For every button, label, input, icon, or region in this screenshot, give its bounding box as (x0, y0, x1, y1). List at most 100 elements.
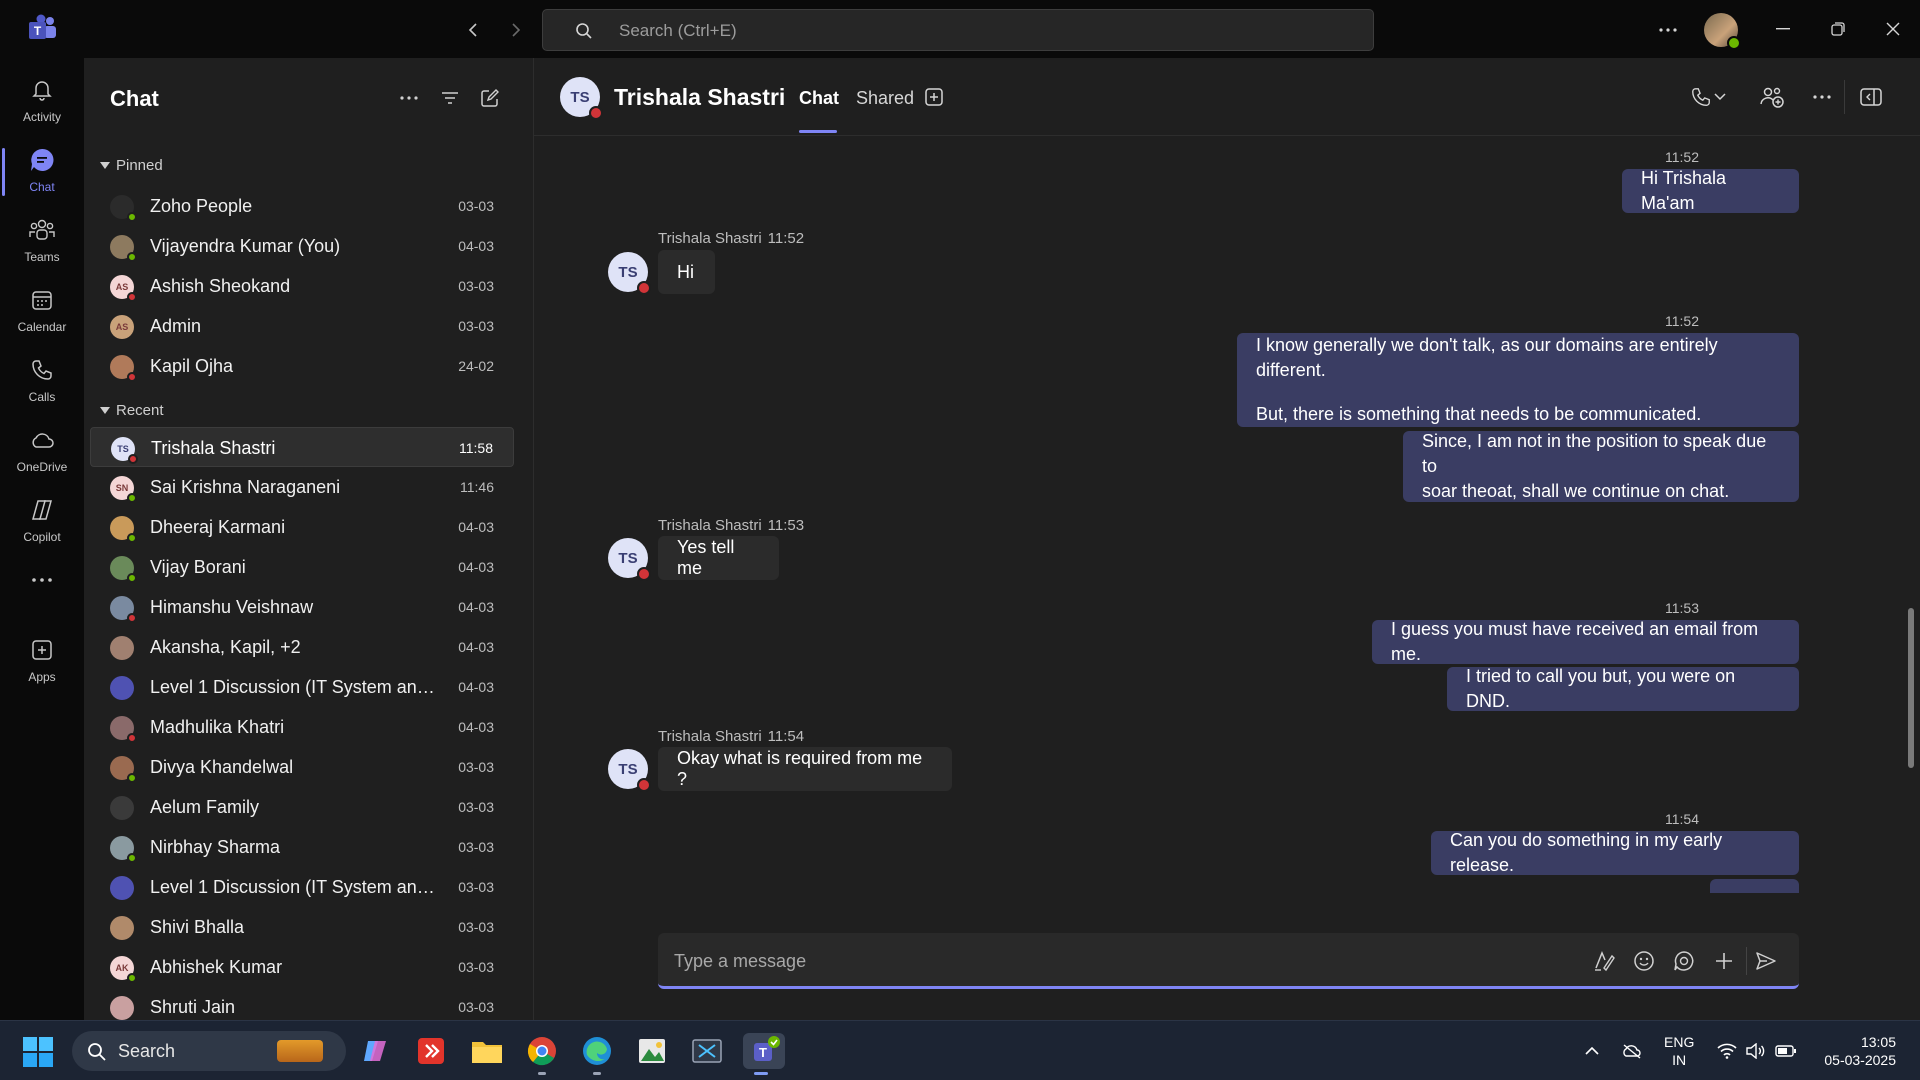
close-icon[interactable] (1878, 14, 1908, 44)
chat-list-item[interactable]: AS Ashish Sheokand 03-03 (90, 266, 514, 306)
teams-app-icon[interactable]: T (743, 1033, 785, 1075)
system-clock[interactable]: 13:05 05-03-2025 (1824, 1033, 1896, 1069)
avatar[interactable]: TS (560, 77, 603, 120)
snipping-tool-icon[interactable] (689, 1033, 725, 1069)
more-options-icon[interactable] (1654, 16, 1682, 44)
chat-list-item[interactable]: Shruti Jain 03-03 (90, 987, 514, 1020)
edge-app-icon[interactable] (579, 1033, 615, 1075)
anydesk-app-icon[interactable] (414, 1033, 450, 1069)
sent-message[interactable]: I know generally we don't talk, as our d… (1237, 333, 1799, 427)
rail-item-label: Copilot (23, 530, 61, 544)
chat-list-item[interactable]: AK Abhishek Kumar 03-03 (90, 947, 514, 987)
back-arrow-icon[interactable] (460, 16, 488, 44)
sent-message[interactable]: Since, I am not in the position to speak… (1403, 431, 1799, 502)
chat-list-item[interactable]: Level 1 Discussion (IT System and N... 03… (90, 867, 514, 907)
rail-item-teams[interactable]: Teams (0, 208, 84, 274)
photos-app-icon[interactable] (634, 1033, 670, 1069)
rail-item-calendar[interactable]: Calendar (0, 278, 84, 344)
restore-icon[interactable] (1823, 14, 1853, 44)
chat-list-item[interactable]: Kapil Ojha 24-02 (90, 346, 514, 386)
chat-time: 24-02 (458, 358, 494, 374)
status-busy-icon (127, 613, 137, 623)
rail-more-apps[interactable] (0, 560, 84, 600)
chat-list-item[interactable]: Divya Khandelwal 03-03 (90, 747, 514, 787)
chevron-down-icon[interactable] (1710, 82, 1730, 112)
taskbar-search[interactable]: Search (72, 1031, 346, 1071)
avatar[interactable]: TS (608, 252, 651, 295)
tab-shared[interactable]: Shared (856, 88, 914, 109)
sent-message[interactable]: I tried to call you but, you were on DND… (1447, 666, 1799, 711)
chat-time: 03-03 (458, 879, 494, 895)
language-indicator[interactable]: ENG IN (1664, 1033, 1694, 1069)
message-timestamp: 11:54 (767, 728, 805, 745)
sent-message-partial[interactable] (1710, 879, 1799, 893)
message-input[interactable] (674, 948, 1534, 974)
status-busy-icon (637, 778, 651, 792)
message-composer[interactable] (658, 933, 1799, 989)
minimize-icon[interactable] (1768, 14, 1798, 44)
chrome-app-icon[interactable] (524, 1033, 560, 1075)
recent-section-header[interactable]: Recent (100, 402, 164, 419)
rail-item-activity[interactable]: Activity (0, 68, 84, 134)
chat-list-item[interactable]: AS Admin 03-03 (90, 306, 514, 346)
more-options-icon[interactable] (396, 85, 422, 111)
add-tab-icon[interactable] (919, 82, 949, 112)
message-list[interactable]: 11:52 Hi Trishala Ma'am Trishala Shastri… (534, 137, 1920, 893)
format-icon[interactable] (1590, 947, 1618, 975)
new-chat-icon[interactable] (477, 85, 503, 111)
chat-list-item[interactable]: Himanshu Veishnaw 04-03 (90, 587, 514, 627)
battery-icon[interactable] (1774, 1039, 1798, 1063)
sent-message[interactable]: Can you do something in my early release… (1431, 830, 1799, 875)
svg-text:T: T (34, 24, 42, 38)
chat-list-item[interactable]: Nirbhay Sharma 03-03 (90, 827, 514, 867)
send-icon[interactable] (1752, 947, 1780, 975)
filter-icon[interactable] (437, 85, 463, 111)
message-text: Hi (677, 261, 694, 282)
avatar[interactable]: TS (608, 538, 651, 581)
attach-plus-icon[interactable] (1710, 947, 1738, 975)
rail-item-chat[interactable]: Chat (0, 138, 84, 204)
chat-list-item[interactable]: Vijayendra Kumar (You) 04-03 (90, 226, 514, 266)
profile-avatar[interactable] (1704, 13, 1741, 50)
global-search-input[interactable]: Search (Ctrl+E) (542, 9, 1374, 51)
chat-list-item[interactable]: Dheeraj Karmani 04-03 (90, 507, 514, 547)
rail-item-copilot[interactable]: Copilot (0, 488, 84, 554)
received-message[interactable]: Yes tell me (658, 536, 779, 580)
chat-list-item[interactable]: Level 1 Discussion (IT System and N... 04… (90, 667, 514, 707)
message-scrollbar[interactable] (1908, 608, 1914, 768)
loop-icon[interactable] (1670, 947, 1698, 975)
chat-list-item[interactable]: Zoho People 03-03 (90, 186, 514, 226)
emoji-icon[interactable] (1630, 947, 1658, 975)
tab-chat[interactable]: Chat (799, 88, 839, 109)
forward-arrow-icon[interactable] (501, 16, 529, 44)
volume-icon[interactable] (1743, 1039, 1767, 1063)
chat-list-item[interactable]: TS Trishala Shastri 11:58 (90, 427, 514, 467)
chat-list-item[interactable]: Vijay Borani 04-03 (90, 547, 514, 587)
wifi-icon[interactable] (1715, 1039, 1739, 1063)
more-options-icon[interactable] (1807, 82, 1837, 112)
chat-list-item[interactable]: Madhulika Khatri 04-03 (90, 707, 514, 747)
chat-list-item[interactable]: Akansha, Kapil, +2 04-03 (90, 627, 514, 667)
chat-list-item[interactable]: Aelum Family 03-03 (90, 787, 514, 827)
windows-start-icon[interactable] (22, 1036, 54, 1068)
chat-list-item[interactable]: SN Sai Krishna Naraganeni 11:46 (90, 467, 514, 507)
onedrive-tray-icon[interactable] (1620, 1039, 1644, 1063)
copilot-app-icon[interactable] (358, 1033, 394, 1069)
chat-title[interactable]: Trishala Shastri (614, 84, 785, 111)
title-bar: T Search (Ctrl+E) (0, 0, 1920, 58)
rail-item-calls[interactable]: Calls (0, 348, 84, 414)
received-message[interactable]: Hi (658, 250, 715, 294)
sent-message[interactable]: Hi Trishala Ma'am (1622, 168, 1799, 213)
chat-time: 03-03 (458, 999, 494, 1015)
avatar[interactable]: TS (608, 749, 651, 792)
file-explorer-icon[interactable] (469, 1033, 505, 1069)
side-panel-icon[interactable] (1856, 82, 1886, 112)
received-message[interactable]: Okay what is required from me ? (658, 747, 952, 791)
pinned-section-header[interactable]: Pinned (100, 157, 163, 174)
sent-message[interactable]: I guess you must have received an email … (1372, 619, 1799, 664)
rail-item-onedrive[interactable]: OneDrive (0, 418, 84, 484)
rail-item-apps[interactable]: Apps (0, 628, 84, 694)
chat-list-item[interactable]: Shivi Bhalla 03-03 (90, 907, 514, 947)
chevron-up-icon[interactable] (1580, 1039, 1604, 1063)
add-people-icon[interactable] (1757, 82, 1787, 112)
